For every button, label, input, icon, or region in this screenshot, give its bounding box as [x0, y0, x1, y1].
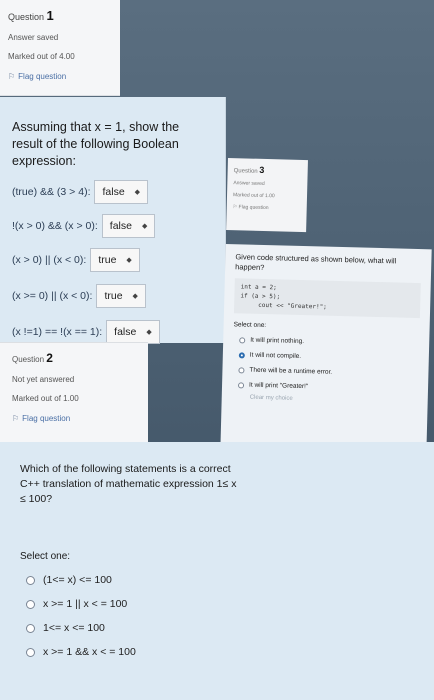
flag-label: Flag question	[238, 204, 269, 212]
option-label: x >= 1 && x < = 100	[43, 646, 136, 658]
option-label: 1<= x <= 100	[43, 622, 105, 634]
select-arrows-icon: ◆	[146, 329, 152, 336]
option-radio[interactable]: x >= 1 || x < = 100	[20, 598, 414, 610]
expr-row: (true) && (3 > 4): false ◆	[12, 180, 213, 204]
flag-question-3-link[interactable]: ⚐ Flag question	[233, 204, 301, 212]
answer-select[interactable]: true ◆	[96, 284, 146, 308]
option-label: It will not compile.	[249, 351, 302, 360]
radio-icon	[238, 366, 245, 374]
flag-icon: ⚐	[232, 204, 238, 211]
option-radio[interactable]: It will print nothing.	[233, 336, 419, 348]
answer-select[interactable]: false ◆	[101, 214, 156, 238]
select-arrows-icon: ◆	[134, 189, 141, 196]
expr-label: (x >= 0) || (x < 0):	[12, 290, 93, 302]
select-one-label: Select one:	[20, 551, 71, 562]
option-radio[interactable]: 1<= x <= 100	[20, 622, 414, 634]
question-1-content: Assuming that x = 1, show the result of …	[0, 97, 226, 344]
expr-label: (x > 0) || (x < 0):	[12, 254, 87, 266]
select-one-label: Select one:	[233, 321, 267, 330]
answer-select[interactable]: false ◆	[106, 320, 160, 344]
question-3-info: Question 3 Answer saved Marked out of 1.…	[226, 158, 308, 233]
select-arrows-icon: ◆	[141, 223, 148, 230]
select-arrows-icon: ◆	[132, 293, 138, 300]
question-2-info: Question 2 Not yet answered Marked out o…	[0, 342, 148, 442]
question-3-prompt: Given code structured as shown below, wh…	[235, 252, 397, 272]
question-3-card: Question 3 Answer saved Marked out of 1.…	[220, 158, 434, 456]
question-2-prompt: Which of the following statements is a c…	[20, 463, 237, 505]
question-3-content: Given code structured as shown below, wh…	[220, 243, 432, 456]
radio-icon	[26, 575, 35, 585]
radio-icon	[239, 336, 246, 344]
option-radio[interactable]: It will not compile.	[233, 351, 419, 363]
question-1-marks: Marked out of 4.00	[8, 52, 75, 61]
question-1-prompt: Assuming that x = 1, show the result of …	[12, 120, 180, 168]
radio-icon	[26, 623, 35, 633]
question-3-marks: Marked out of 1.00	[232, 192, 275, 200]
option-label: It will print "Greater!"	[248, 381, 309, 391]
flag-question-2-link[interactable]: ⚐ Flag question	[12, 414, 136, 423]
option-radio[interactable]: It will print "Greater!"	[232, 381, 418, 393]
question-1-info: Question 1 Answer saved Marked out of 4.…	[0, 0, 120, 96]
option-label: It will print nothing.	[250, 336, 305, 346]
answer-select[interactable]: false ◆	[94, 180, 149, 204]
expr-row: !(x > 0) && (x > 0): false ◆	[12, 214, 213, 238]
option-radio[interactable]: There will be a runtime error.	[232, 366, 418, 378]
expr-row: (x >= 0) || (x < 0): true ◆	[12, 284, 213, 308]
question-2-content: Which of the following statements is a c…	[0, 442, 434, 700]
code-block: int a = 2; if (a > 5); cout << "Greater!…	[233, 278, 421, 319]
flag-question-1-link[interactable]: ⚐ Flag question	[8, 72, 112, 81]
expr-row: (x !=1) == !(x == 1): false ◆	[12, 320, 213, 344]
question-2-status: Not yet answered	[12, 375, 75, 384]
flag-label: Flag question	[22, 414, 71, 423]
flag-icon: ⚐	[8, 72, 16, 81]
expr-label: (x !=1) == !(x == 1):	[12, 326, 103, 338]
expr-label: (true) && (3 > 4):	[12, 186, 91, 198]
flag-label: Flag question	[18, 72, 67, 81]
radio-icon	[237, 381, 245, 388]
answer-select[interactable]: true ◆	[90, 248, 140, 272]
question-1-status: Answer saved	[8, 33, 59, 42]
expr-row: (x > 0) || (x < 0): true ◆	[12, 248, 213, 272]
question-2-number: Question 2	[12, 351, 53, 365]
radio-icon	[26, 599, 35, 609]
radio-icon	[26, 647, 35, 657]
expr-label: !(x > 0) && (x > 0):	[12, 220, 98, 232]
radio-selected-icon	[238, 351, 245, 359]
flag-icon: ⚐	[12, 414, 20, 423]
option-label: (1<= x) <= 100	[43, 574, 112, 586]
question-2-marks: Marked out of 1.00	[12, 394, 79, 403]
option-label: x >= 1 || x < = 100	[43, 598, 128, 610]
option-label: There will be a runtime error.	[249, 366, 333, 376]
question-3-status: Answer saved	[233, 180, 265, 187]
question-1-number: Question 1	[8, 8, 54, 23]
select-arrows-icon: ◆	[126, 257, 132, 264]
option-radio[interactable]: (1<= x) <= 100	[20, 574, 414, 586]
question-3-number: Question 3	[233, 164, 265, 175]
clear-choice-link[interactable]: Clear my choice	[232, 394, 418, 405]
option-radio[interactable]: x >= 1 && x < = 100	[20, 646, 414, 658]
